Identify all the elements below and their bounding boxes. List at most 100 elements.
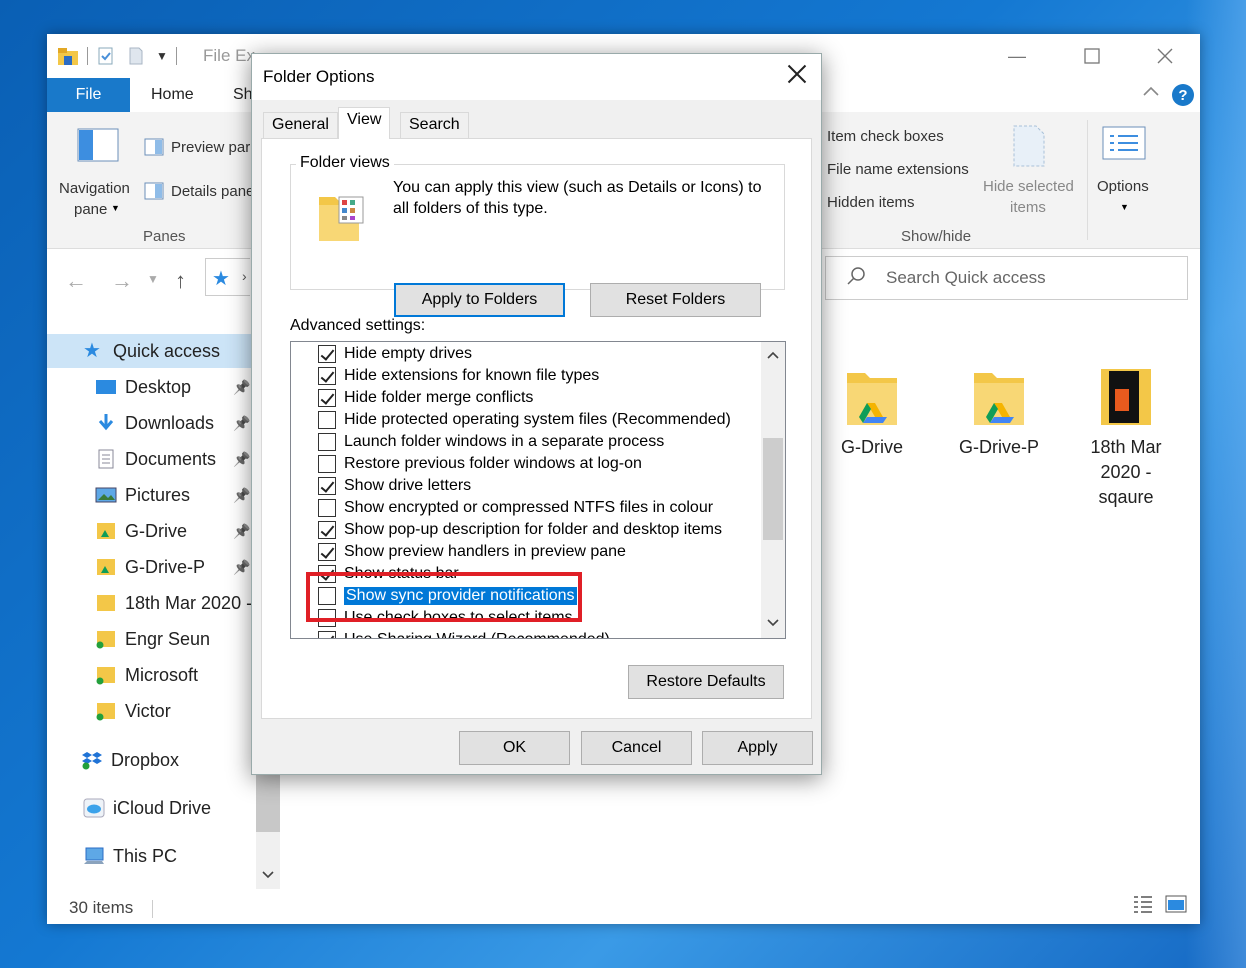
details-pane-button[interactable]: Details pane	[171, 183, 254, 200]
sidebar-item-icloud-drive[interactable]: iCloud Drive	[47, 791, 257, 825]
minimize-icon[interactable]: —	[982, 34, 1052, 78]
apply-to-folders-button[interactable]: Apply to Folders	[394, 283, 565, 317]
reset-folders-button[interactable]: Reset Folders	[590, 283, 761, 317]
sidebar-item[interactable]: Pictures 📌	[47, 478, 257, 512]
setting-row[interactable]: Show status bar	[318, 563, 459, 585]
setting-row[interactable]: Show encrypted or compressed NTFS files …	[318, 497, 713, 519]
scroll-up-icon[interactable]	[766, 350, 780, 364]
setting-row[interactable]: Hide folder merge conflicts	[318, 387, 533, 409]
setting-checkbox[interactable]	[318, 389, 336, 407]
tab-share[interactable]: Sh	[233, 86, 253, 104]
pin-icon[interactable]: 📌	[233, 487, 250, 504]
sidebar-item[interactable]: Downloads 📌	[47, 406, 257, 440]
setting-checkbox[interactable]	[318, 367, 336, 385]
properties-icon[interactable]	[96, 46, 118, 66]
tab-home[interactable]: Home	[151, 86, 194, 104]
setting-checkbox[interactable]	[318, 477, 336, 495]
setting-row[interactable]: Show drive letters	[318, 475, 471, 497]
options-icon[interactable]	[1102, 126, 1146, 165]
hide-selected-items-button[interactable]: Hide selected	[983, 178, 1074, 195]
setting-row[interactable]: Hide extensions for known file types	[318, 365, 599, 387]
setting-row[interactable]: Hide protected operating system files (R…	[318, 409, 731, 431]
scroll-down-icon[interactable]	[766, 618, 780, 632]
navigation-pane-label[interactable]: Navigation	[59, 180, 130, 197]
dropdown-arrow-icon[interactable]: ▼	[1120, 202, 1129, 212]
recent-locations-icon[interactable]: ▼	[147, 272, 159, 286]
setting-checkbox[interactable]	[318, 631, 336, 638]
close-icon[interactable]	[787, 64, 807, 84]
address-bar[interactable]: ★ ›	[205, 258, 250, 296]
navigation-pane-icon[interactable]	[77, 128, 119, 167]
sidebar-item[interactable]: Desktop 📌	[47, 370, 257, 404]
setting-checkbox[interactable]	[318, 565, 336, 583]
back-arrow-icon[interactable]: ←	[65, 268, 87, 294]
folder-item-g-drive-p[interactable]: G-Drive-P	[949, 367, 1049, 460]
up-arrow-icon[interactable]: ↑	[175, 268, 186, 294]
advanced-settings-list[interactable]: Hide empty drives Hide extensions for kno…	[290, 341, 786, 639]
apply-button[interactable]: Apply	[702, 731, 813, 765]
sidebar-item[interactable]: G-Drive-P 📌	[47, 550, 257, 584]
restore-defaults-button[interactable]: Restore Defaults	[628, 665, 784, 699]
search-input[interactable]: Search Quick access	[825, 256, 1188, 300]
navigation-pane-label-2[interactable]: pane	[74, 201, 107, 218]
preview-pane-button[interactable]: Preview par	[171, 139, 250, 156]
setting-row[interactable]: Use check boxes to select items	[318, 607, 573, 629]
pin-icon[interactable]: 📌	[233, 415, 250, 432]
tab-general[interactable]: General	[263, 112, 338, 138]
sidebar-item[interactable]: G-Drive 📌	[47, 514, 257, 548]
setting-checkbox[interactable]	[318, 609, 336, 627]
setting-row[interactable]: Show pop-up description for folder and d…	[318, 519, 722, 541]
tab-search[interactable]: Search	[400, 112, 469, 138]
maximize-icon[interactable]	[1057, 34, 1127, 78]
details-view-icon[interactable]	[1132, 894, 1154, 919]
setting-row[interactable]: Use Sharing Wizard (Recommended)	[318, 629, 610, 638]
sidebar-item[interactable]: Microsoft	[47, 658, 257, 692]
setting-checkbox[interactable]	[318, 543, 336, 561]
sidebar-item-quick-access[interactable]: ★ Quick access	[47, 334, 257, 368]
setting-checkbox[interactable]	[318, 345, 336, 363]
folder-item-18th-mar-2020[interactable]: 18th Mar 2020 - sqaure	[1076, 367, 1176, 510]
setting-checkbox[interactable]	[318, 587, 336, 605]
new-folder-icon[interactable]	[126, 46, 148, 66]
setting-row[interactable]: Hide empty drives	[318, 343, 472, 365]
setting-checkbox[interactable]	[318, 411, 336, 429]
setting-row[interactable]: Show sync provider notifications	[318, 585, 578, 607]
pin-icon[interactable]: 📌	[233, 559, 250, 576]
dropdown-arrow-icon[interactable]: ▼	[111, 203, 120, 213]
collapse-ribbon-icon[interactable]	[1142, 84, 1160, 102]
ok-button[interactable]: OK	[459, 731, 570, 765]
sidebar-item[interactable]: Documents 📌	[47, 442, 257, 476]
setting-row[interactable]: Restore previous folder windows at log-o…	[318, 453, 642, 475]
scroll-down-icon[interactable]	[261, 867, 275, 885]
options-button[interactable]: Options	[1097, 178, 1149, 195]
advanced-settings-scrollbar-thumb[interactable]	[763, 438, 783, 540]
forward-arrow-icon[interactable]: →	[111, 268, 133, 294]
pin-icon[interactable]: 📌	[233, 451, 250, 468]
setting-checkbox[interactable]	[318, 521, 336, 539]
tab-view[interactable]: View	[338, 107, 391, 139]
setting-row[interactable]: Show preview handlers in preview pane	[318, 541, 626, 563]
folder-item-g-drive[interactable]: G-Drive	[822, 367, 922, 460]
item-check-boxes-option[interactable]: Item check boxes	[827, 128, 944, 145]
help-icon[interactable]: ?	[1172, 84, 1194, 106]
sidebar-item-dropbox[interactable]: Dropbox	[47, 743, 257, 777]
setting-checkbox[interactable]	[318, 499, 336, 517]
cancel-button[interactable]: Cancel	[581, 731, 692, 765]
setting-checkbox[interactable]	[318, 433, 336, 451]
setting-row[interactable]: Launch folder windows in a separate proc…	[318, 431, 664, 453]
customize-toolbar-icon[interactable]: ▼	[156, 49, 168, 63]
breadcrumb-chevron-icon[interactable]: ›	[242, 268, 247, 284]
close-window-icon[interactable]	[1130, 34, 1200, 78]
sidebar-item-this-pc[interactable]: This PC	[47, 839, 257, 873]
tab-file[interactable]: File	[47, 78, 130, 112]
sidebar-item[interactable]: Victor	[47, 694, 257, 728]
setting-checkbox[interactable]	[318, 455, 336, 473]
file-name-extensions-option[interactable]: File name extensions	[827, 161, 969, 178]
sidebar-item[interactable]: Engr Seun	[47, 622, 257, 656]
pin-icon[interactable]: 📌	[233, 379, 250, 396]
advanced-settings-scrollbar[interactable]	[761, 342, 785, 638]
large-icons-view-icon[interactable]	[1165, 895, 1187, 918]
sidebar-item[interactable]: 18th Mar 2020 -	[47, 586, 257, 620]
hidden-items-option[interactable]: Hidden items	[827, 194, 915, 211]
pin-icon[interactable]: 📌	[233, 523, 250, 540]
